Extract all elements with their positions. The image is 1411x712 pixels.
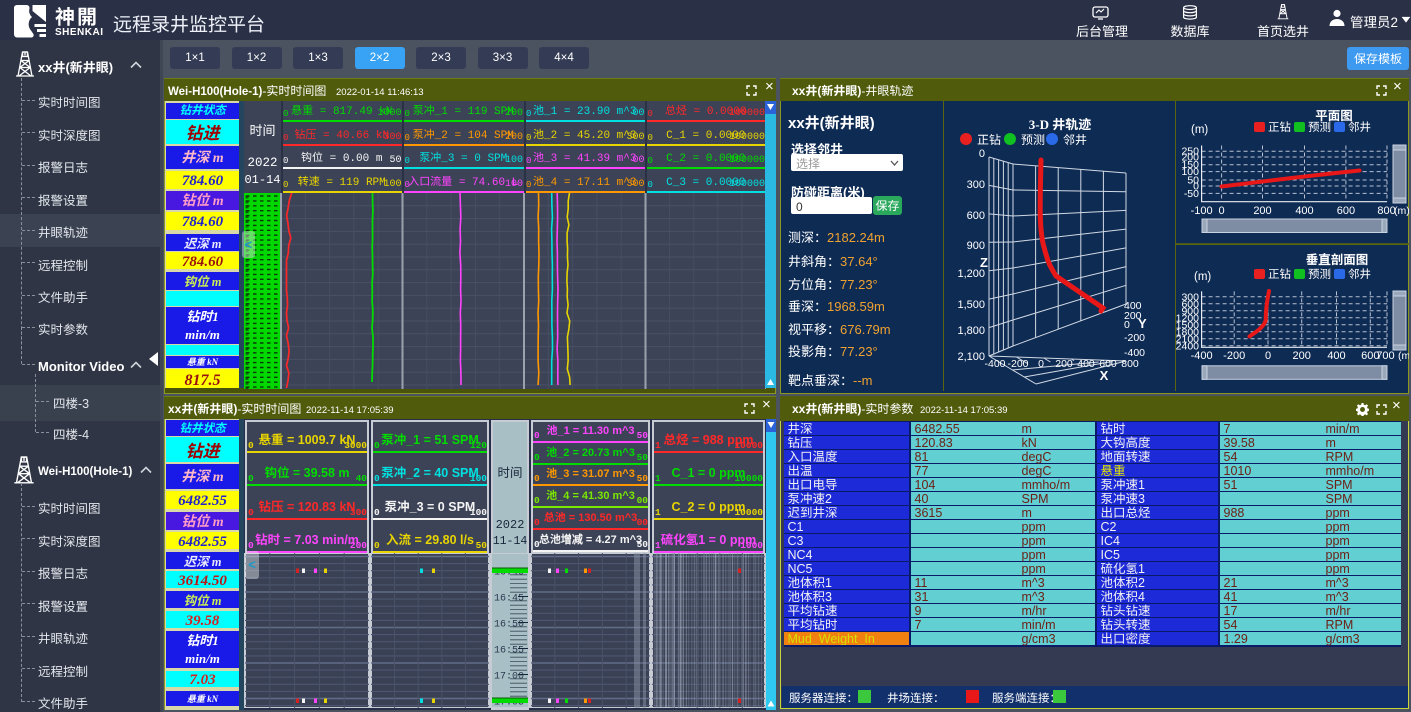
svg-text:1,500: 1,500 bbox=[957, 299, 985, 311]
svg-text:300: 300 bbox=[967, 179, 985, 191]
svg-text:0: 0 bbox=[1124, 319, 1130, 331]
svg-text:-50: -50 bbox=[1184, 188, 1199, 200]
svg-text:-100: -100 bbox=[1191, 205, 1213, 217]
svg-text:正钻: 正钻 bbox=[1268, 266, 1291, 282]
svg-text:800: 800 bbox=[1121, 358, 1139, 370]
svg-text:(m): (m) bbox=[1398, 350, 1409, 362]
svg-text:2,100: 2,100 bbox=[957, 351, 985, 363]
svg-text:400: 400 bbox=[1077, 358, 1095, 370]
svg-text:Z: Z bbox=[980, 255, 988, 270]
svg-text:-400: -400 bbox=[1191, 350, 1213, 362]
svg-text:(m): (m) bbox=[1194, 271, 1211, 283]
svg-text:(m): (m) bbox=[1191, 124, 1208, 136]
svg-text:16:45: 16:45 bbox=[494, 594, 524, 605]
svg-text:200: 200 bbox=[1055, 358, 1073, 370]
svg-text:200: 200 bbox=[1293, 350, 1311, 362]
svg-text:0: 0 bbox=[1038, 358, 1044, 370]
svg-text:900: 900 bbox=[967, 240, 985, 252]
svg-text:正钻: 正钻 bbox=[977, 131, 1001, 148]
svg-text:700: 700 bbox=[1376, 350, 1394, 362]
svg-text:16:55: 16:55 bbox=[494, 646, 524, 657]
svg-text:邻井: 邻井 bbox=[1063, 131, 1087, 148]
svg-text:-200: -200 bbox=[1007, 358, 1028, 370]
svg-text:0: 0 bbox=[979, 148, 985, 160]
svg-text:400: 400 bbox=[1295, 205, 1313, 217]
svg-text:Y: Y bbox=[1138, 316, 1147, 331]
svg-text:200: 200 bbox=[1253, 205, 1271, 217]
svg-text:400: 400 bbox=[1327, 350, 1345, 362]
svg-text:16:50: 16:50 bbox=[494, 620, 524, 631]
svg-text:预测: 预测 bbox=[1308, 266, 1331, 282]
svg-text:正钻: 正钻 bbox=[1268, 119, 1291, 135]
svg-text:-200: -200 bbox=[1124, 332, 1145, 344]
svg-text:X: X bbox=[1100, 368, 1109, 383]
svg-text:(m): (m) bbox=[1394, 205, 1409, 217]
svg-text:预测: 预测 bbox=[1308, 119, 1331, 135]
svg-text:0: 0 bbox=[1265, 350, 1271, 362]
svg-text:-400: -400 bbox=[1124, 347, 1145, 359]
svg-text:1,800: 1,800 bbox=[957, 325, 985, 337]
svg-text:-400: -400 bbox=[984, 358, 1005, 370]
svg-text:600: 600 bbox=[1337, 205, 1355, 217]
svg-text:预测: 预测 bbox=[1021, 131, 1045, 148]
svg-text:邻井: 邻井 bbox=[1348, 119, 1371, 135]
svg-text:17:00: 17:00 bbox=[494, 672, 524, 683]
svg-text:邻井: 邻井 bbox=[1348, 266, 1371, 282]
svg-text:-200: -200 bbox=[1223, 350, 1245, 362]
svg-text:0: 0 bbox=[1219, 205, 1225, 217]
svg-text:600: 600 bbox=[967, 210, 985, 222]
